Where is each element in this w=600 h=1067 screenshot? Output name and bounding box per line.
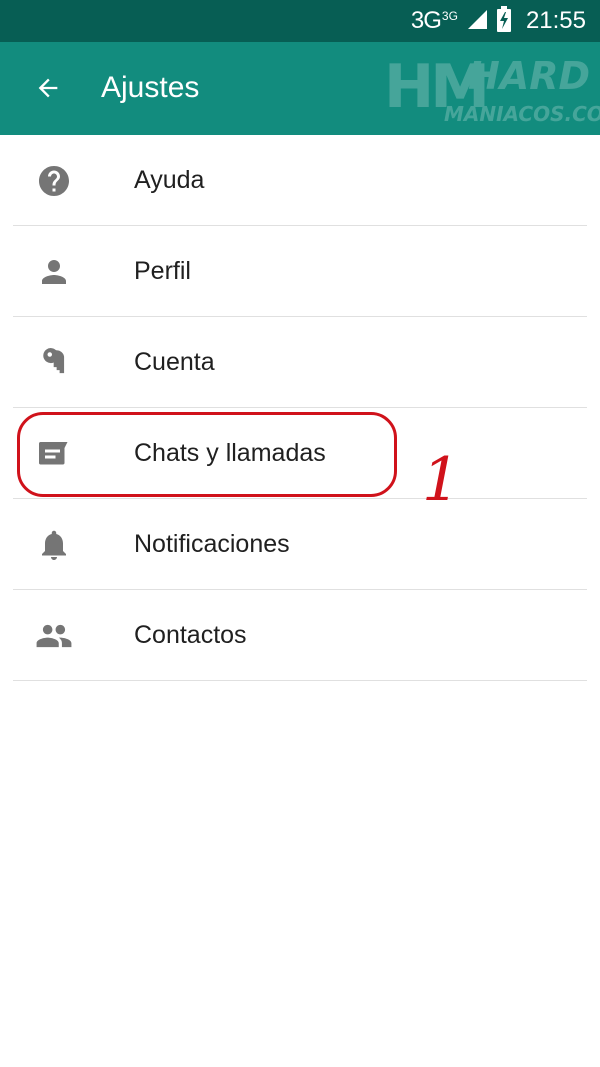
settings-item-chats[interactable]: Chats y llamadas — [13, 408, 587, 499]
page-title: Ajustes — [101, 71, 200, 104]
arrow-back-icon — [38, 78, 58, 98]
network-indicator: 3G3G — [411, 7, 458, 35]
people-icon — [35, 617, 73, 655]
step-number-annotation: 1 — [422, 445, 461, 515]
clock: 21:55 — [525, 7, 586, 34]
settings-item-cuenta[interactable]: Cuenta — [13, 317, 587, 408]
settings-item-ayuda[interactable]: Ayuda — [13, 135, 587, 226]
signal-icon — [466, 8, 488, 35]
settings-item-label: Contactos — [134, 621, 247, 649]
settings-item-perfil[interactable]: Perfil — [13, 226, 587, 317]
settings-item-label: Ayuda — [134, 166, 205, 194]
help-icon — [35, 162, 73, 200]
settings-item-label: Chats y llamadas — [134, 439, 326, 467]
key-icon — [35, 344, 73, 382]
watermark-line1: HARD — [468, 54, 591, 98]
settings-item-notificaciones[interactable]: Notificaciones — [13, 499, 587, 590]
network-type: 3G — [410, 7, 442, 34]
settings-item-label: Perfil — [134, 257, 191, 285]
back-button[interactable] — [30, 70, 66, 106]
watermark-line2: MANIACOS.COM — [444, 102, 600, 126]
network-type-small: 3G — [441, 9, 458, 23]
person-icon — [35, 253, 73, 291]
watermark-logo: HM HARD MANIACOS.COM — [384, 50, 600, 130]
settings-list: Ayuda Perfil Cuenta Chats y llamadas Not… — [13, 135, 587, 681]
battery-charging-icon — [496, 5, 512, 37]
bell-icon — [35, 526, 73, 564]
status-bar: 3G3G 21:55 — [0, 0, 600, 42]
chat-icon — [35, 435, 73, 473]
settings-item-contactos[interactable]: Contactos — [13, 590, 587, 681]
settings-item-label: Notificaciones — [134, 530, 290, 558]
status-icons: 3G3G 21:55 — [411, 0, 586, 42]
app-bar: Ajustes HM HARD MANIACOS.COM — [0, 42, 600, 135]
settings-item-label: Cuenta — [134, 348, 215, 376]
